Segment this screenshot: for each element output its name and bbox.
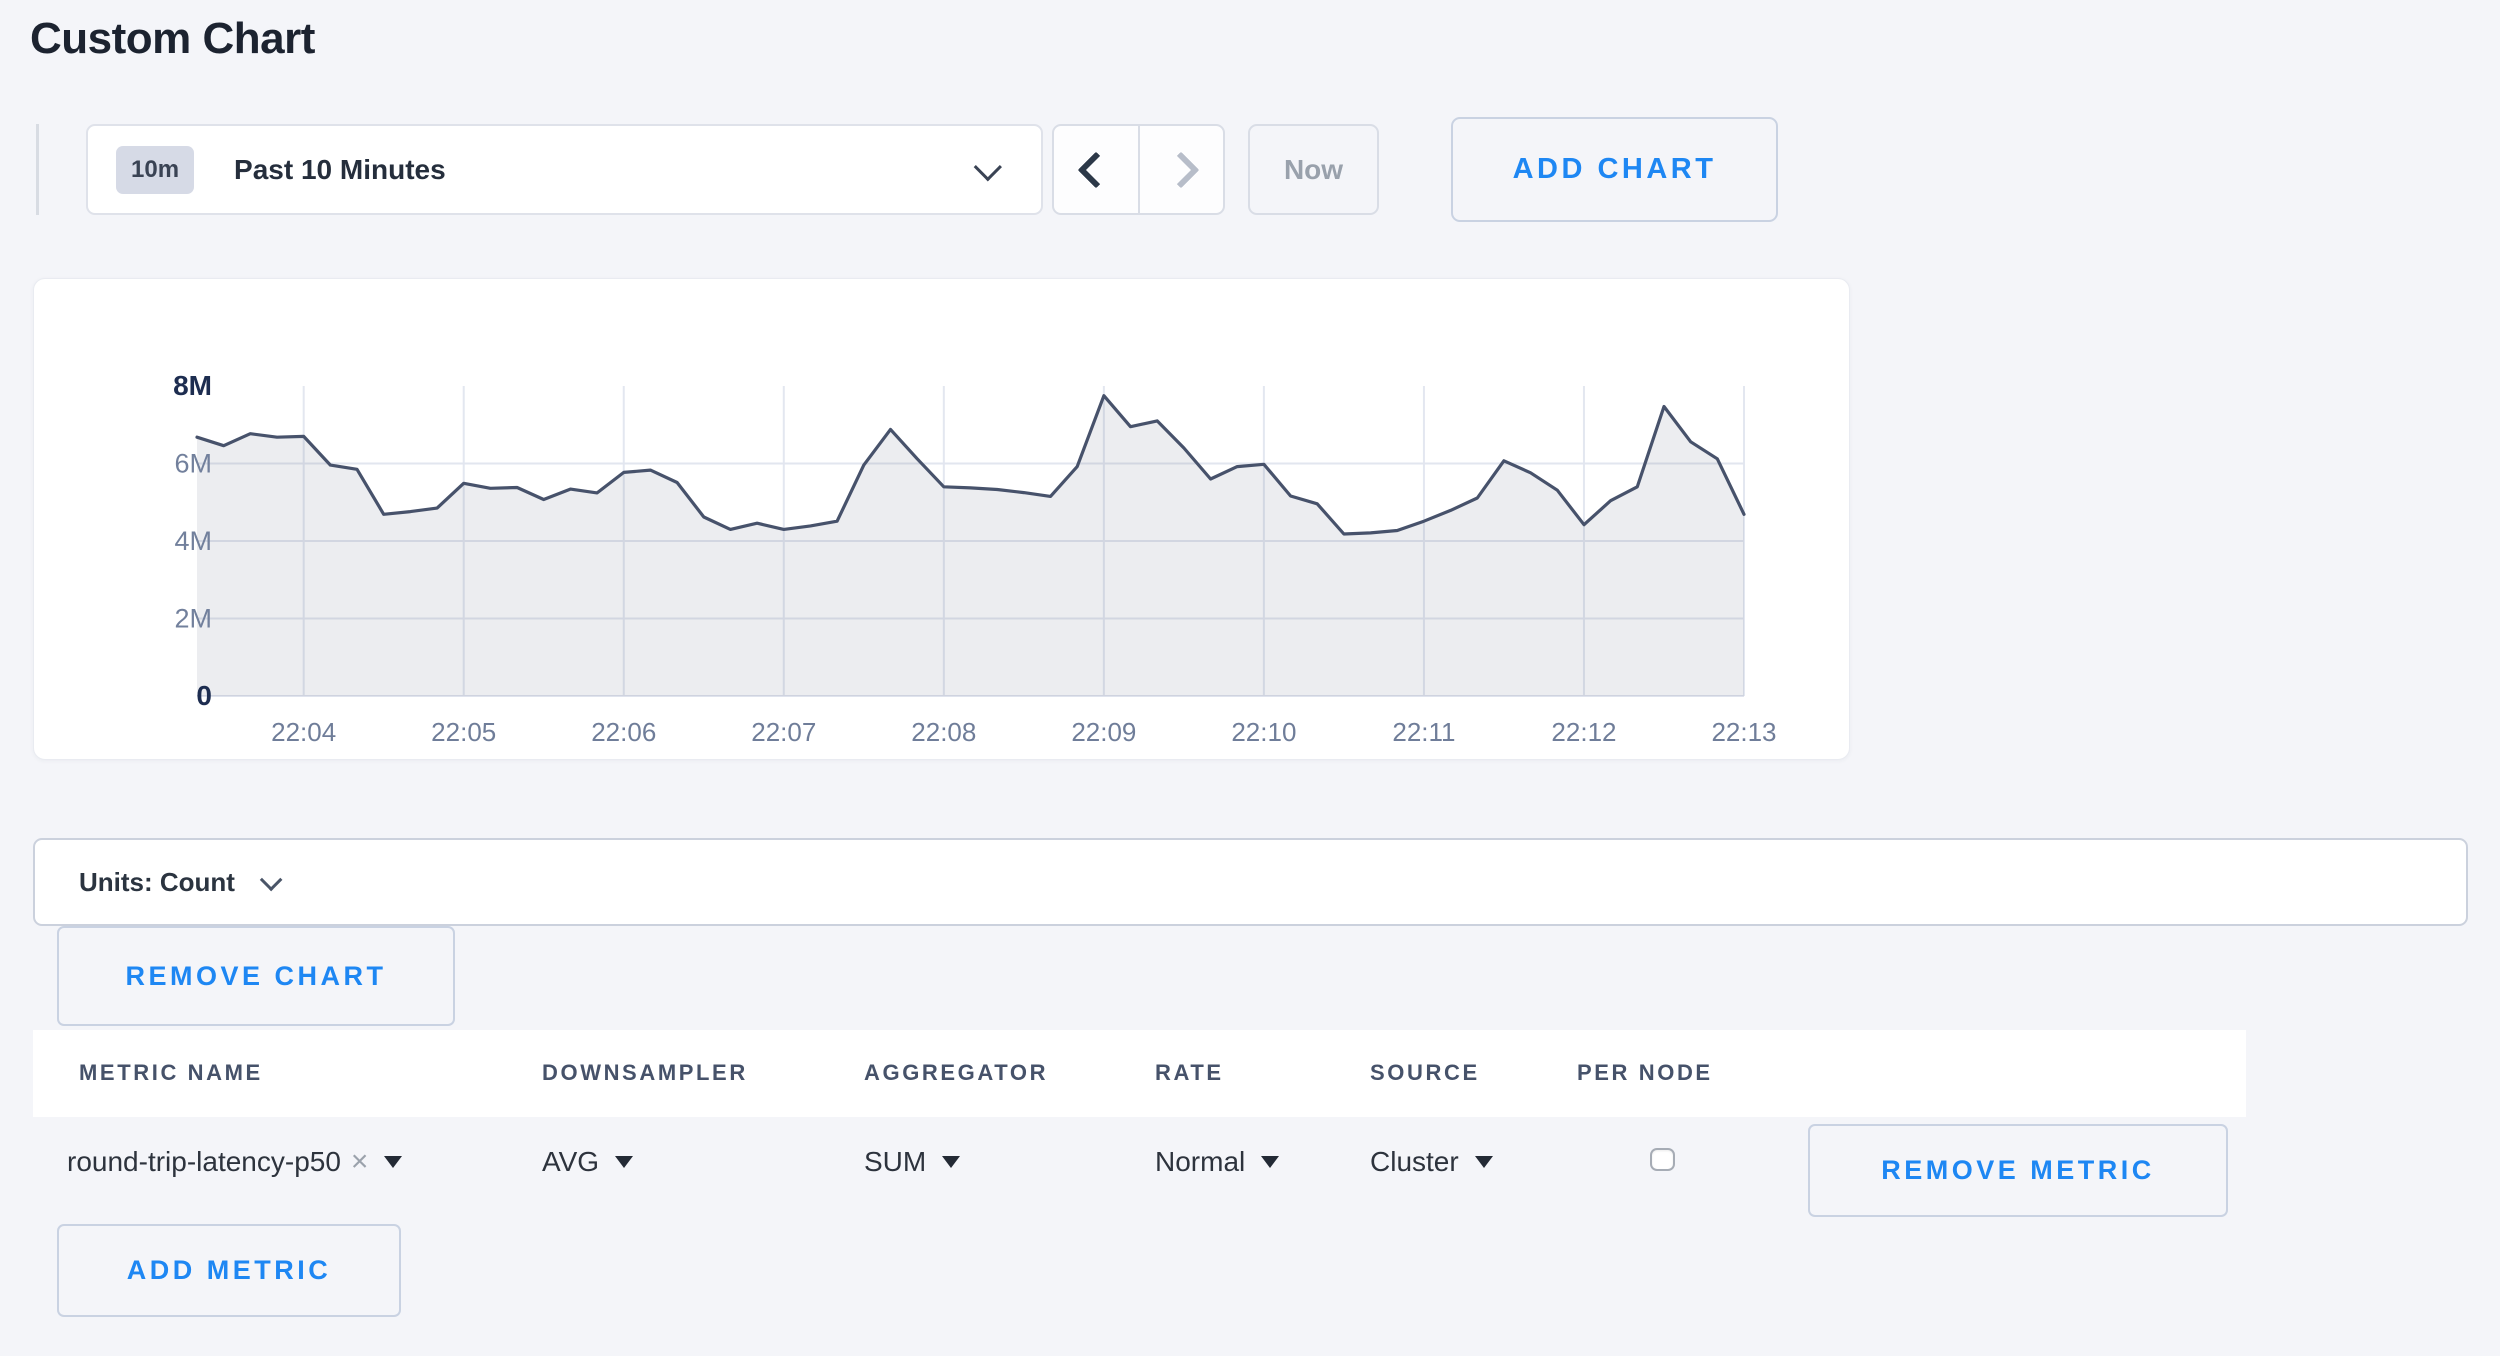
- dropdown-arrow-icon: [1261, 1156, 1279, 1168]
- column-header-downsampler: DOWNSAMPLER: [542, 1060, 748, 1086]
- column-header-metric-name: METRIC NAME: [79, 1060, 263, 1086]
- dropdown-arrow-icon: [942, 1156, 960, 1168]
- rate-select[interactable]: Normal: [1155, 1117, 1279, 1207]
- svg-text:22:07: 22:07: [751, 717, 816, 747]
- svg-text:22:11: 22:11: [1392, 717, 1455, 747]
- downsampler-select[interactable]: AVG: [542, 1117, 633, 1207]
- dropdown-arrow-icon: [384, 1156, 402, 1168]
- aggregator-select[interactable]: SUM: [864, 1117, 960, 1207]
- downsampler-value: AVG: [542, 1146, 599, 1178]
- metric-name-select[interactable]: round-trip-latency-p50 ×: [67, 1117, 402, 1207]
- toolbar-left-divider: [36, 124, 39, 215]
- chevron-left-icon: [1077, 151, 1114, 188]
- svg-text:4M: 4M: [174, 526, 212, 556]
- svg-text:22:10: 22:10: [1231, 717, 1296, 747]
- svg-text:8M: 8M: [173, 370, 212, 401]
- chevron-down-icon: [974, 153, 1002, 181]
- dropdown-arrow-icon: [1475, 1156, 1493, 1168]
- svg-text:22:09: 22:09: [1071, 717, 1136, 747]
- chart-card: 0 2M 4M 6M 8M 22:04 22:05 22:06 22:07 22:08 22:09 2…: [33, 278, 1850, 760]
- svg-text:22:12: 22:12: [1551, 717, 1616, 747]
- remove-metric-button[interactable]: REMOVE METRIC: [1808, 1124, 2228, 1217]
- column-header-rate: RATE: [1155, 1060, 1224, 1086]
- source-value: Cluster: [1370, 1146, 1459, 1178]
- chevron-right-icon: [1163, 151, 1200, 188]
- time-range-dropdown[interactable]: 10m Past 10 Minutes: [86, 124, 1043, 215]
- metrics-table-header: METRIC NAME DOWNSAMPLER AGGREGATOR RATE …: [33, 1030, 2246, 1117]
- custom-chart-page: Custom Chart 10m Past 10 Minutes Now ADD…: [0, 0, 2500, 1356]
- svg-text:22:05: 22:05: [431, 717, 496, 747]
- units-dropdown[interactable]: Units: Count: [33, 838, 2468, 926]
- prev-time-button[interactable]: [1054, 126, 1138, 213]
- column-header-aggregator: AGGREGATOR: [864, 1060, 1048, 1086]
- svg-text:0: 0: [196, 680, 212, 711]
- clear-metric-icon[interactable]: ×: [351, 1145, 369, 1179]
- next-time-button[interactable]: [1138, 126, 1224, 213]
- column-header-source: SOURCE: [1370, 1060, 1480, 1086]
- dropdown-arrow-icon: [615, 1156, 633, 1168]
- chevron-down-icon: [260, 869, 283, 892]
- aggregator-value: SUM: [864, 1146, 926, 1178]
- svg-text:6M: 6M: [174, 449, 212, 479]
- column-header-per-node: PER NODE: [1577, 1060, 1713, 1086]
- svg-text:22:13: 22:13: [1711, 717, 1776, 747]
- time-range-badge: 10m: [116, 146, 194, 194]
- time-step-buttons: [1052, 124, 1225, 215]
- svg-text:22:04: 22:04: [271, 717, 336, 747]
- svg-text:2M: 2M: [174, 604, 212, 634]
- add-chart-button[interactable]: ADD CHART: [1451, 117, 1778, 222]
- page-title: Custom Chart: [30, 14, 315, 64]
- per-node-checkbox[interactable]: [1650, 1148, 1675, 1171]
- remove-chart-button[interactable]: REMOVE CHART: [57, 926, 455, 1026]
- svg-text:22:06: 22:06: [591, 717, 656, 747]
- now-button[interactable]: Now: [1248, 124, 1379, 215]
- rate-value: Normal: [1155, 1146, 1245, 1178]
- add-metric-button[interactable]: ADD METRIC: [57, 1224, 401, 1317]
- timeseries-area-chart: 0 2M 4M 6M 8M 22:04 22:05 22:06 22:07 22:08 22:09 2…: [34, 279, 1849, 759]
- metric-name-value: round-trip-latency-p50: [67, 1146, 341, 1178]
- source-select[interactable]: Cluster: [1370, 1117, 1493, 1207]
- time-range-label: Past 10 Minutes: [234, 154, 446, 186]
- svg-text:22:08: 22:08: [911, 717, 976, 747]
- units-label: Units: Count: [79, 867, 235, 898]
